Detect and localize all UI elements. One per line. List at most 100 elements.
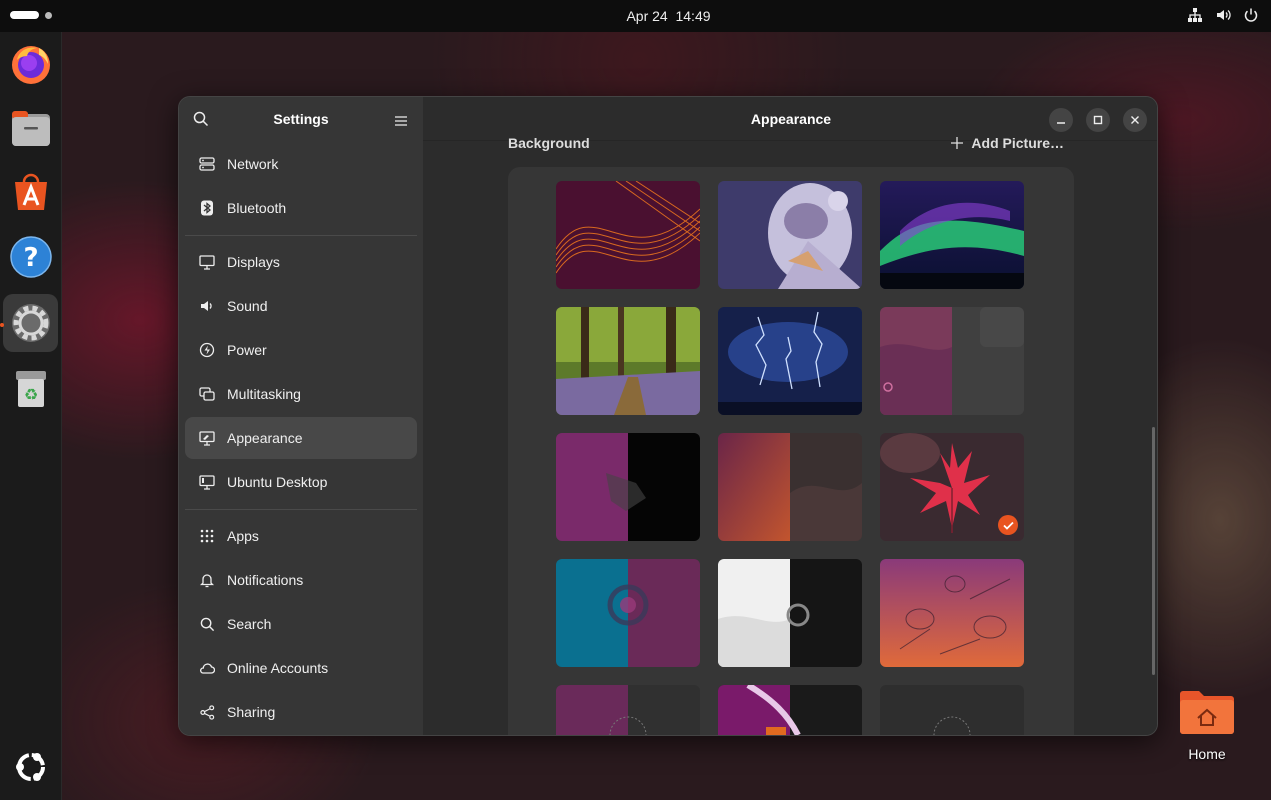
wallpaper-ubuntu-white-black[interactable]	[718, 559, 862, 667]
maximize-button[interactable]	[1086, 108, 1110, 132]
sidebar-item-label: Network	[227, 156, 279, 172]
wallpaper-gallery	[508, 167, 1074, 735]
workspace-dot-icon	[45, 11, 52, 19]
wallpaper-lightning-storm[interactable]	[718, 307, 862, 415]
sidebar-item-label: Bluetooth	[227, 200, 287, 216]
wallpaper-ubuntu-teal-purple[interactable]	[556, 559, 700, 667]
wallpaper-numbat-dark-2[interactable]	[880, 685, 1024, 735]
wallpaper-numbat-red-dark[interactable]	[718, 433, 862, 541]
clock-time[interactable]: 14:49	[675, 8, 710, 24]
settings-window: Settings Network Bluetooth Displays Soun…	[178, 96, 1158, 736]
sidebar-header: Settings	[179, 97, 423, 141]
add-picture-button[interactable]: Add Picture…	[951, 135, 1064, 151]
ubuntu-show-apps-icon[interactable]	[3, 738, 58, 796]
sidebar-item-network[interactable]: Network	[185, 143, 417, 185]
top-bar: Apr 24 14:49	[0, 0, 1271, 32]
sidebar-item-label: Sound	[227, 298, 268, 314]
home-folder-label[interactable]: Home	[1168, 746, 1246, 762]
page-title: Appearance	[750, 110, 832, 127]
sidebar-item-label: Search	[227, 616, 272, 632]
sidebar-item-bluetooth[interactable]: Bluetooth	[185, 187, 417, 229]
minimize-icon	[1057, 122, 1065, 124]
sidebar-item-apps[interactable]: Apps	[185, 515, 417, 557]
power-icon[interactable]	[1243, 7, 1259, 23]
apps-grid-icon	[199, 528, 215, 544]
sidebar-item-notifications[interactable]: Notifications	[185, 559, 417, 601]
plus-icon	[951, 137, 964, 149]
background-section-header: Background Add Picture…	[508, 135, 1064, 151]
hamburger-menu-icon[interactable]	[395, 113, 407, 131]
wallpaper-bluebell-forest[interactable]	[556, 307, 700, 415]
multitasking-icon	[199, 386, 215, 402]
wallpaper-numbat-purple-black[interactable]	[556, 433, 700, 541]
wallpaper-aurora[interactable]	[880, 181, 1024, 289]
sidebar-item-label: Ubuntu Desktop	[227, 474, 328, 490]
network-icon[interactable]	[1187, 7, 1203, 23]
sidebar-item-label: Displays	[227, 254, 280, 270]
settings-sidebar: Settings Network Bluetooth Displays Soun…	[179, 97, 423, 735]
close-button[interactable]	[1123, 108, 1147, 132]
sidebar-item-displays[interactable]: Displays	[185, 241, 417, 283]
sidebar-item-sound[interactable]: Sound	[185, 285, 417, 327]
content-scrollbar[interactable]	[1152, 427, 1155, 675]
selected-check-icon	[998, 515, 1018, 535]
minimize-button[interactable]	[1049, 108, 1073, 132]
settings-icon[interactable]	[3, 294, 58, 352]
sidebar-item-label: Appearance	[227, 430, 303, 446]
sidebar-title: Settings	[273, 111, 329, 127]
close-icon	[1131, 116, 1139, 124]
settings-nav: Network Bluetooth Displays Sound Power M…	[179, 143, 423, 733]
share-icon	[199, 704, 215, 720]
wallpaper-raccoon-orange[interactable]	[880, 559, 1024, 667]
network-icon	[199, 156, 215, 172]
activities-indicator[interactable]	[10, 11, 52, 19]
sidebar-item-sharing[interactable]: Sharing	[185, 691, 417, 733]
svg-text:?: ?	[23, 243, 38, 273]
appearance-panel: Appearance Background Add Picture…	[423, 97, 1157, 735]
home-folder-icon[interactable]	[1178, 688, 1236, 736]
sidebar-item-power[interactable]: Power	[185, 329, 417, 371]
sidebar-item-label: Multitasking	[227, 386, 301, 402]
volume-icon[interactable]	[1215, 7, 1231, 23]
help-icon[interactable]: ?	[3, 228, 58, 286]
app-center-icon[interactable]	[3, 163, 58, 221]
sidebar-item-label: Apps	[227, 528, 259, 544]
sidebar-item-label: Notifications	[227, 572, 304, 588]
wallpaper-numbat-dark-1[interactable]	[556, 685, 700, 735]
bell-icon	[199, 572, 215, 588]
display-icon	[199, 254, 215, 270]
wallpaper-raccoon-illustration[interactable]	[718, 181, 862, 289]
sidebar-item-label: Power	[227, 342, 267, 358]
dock: ? ♻	[0, 32, 62, 800]
sidebar-item-online-accounts[interactable]: Online Accounts	[185, 647, 417, 689]
cloud-icon	[199, 660, 215, 676]
ubuntu-desktop-icon	[199, 474, 215, 490]
active-app-indicator	[0, 323, 4, 327]
sidebar-item-multitasking[interactable]: Multitasking	[185, 373, 417, 415]
nav-divider	[185, 235, 417, 236]
wallpaper-red-maple-leaves[interactable]	[880, 433, 1024, 541]
sidebar-item-ubuntu-desktop[interactable]: Ubuntu Desktop	[185, 461, 417, 503]
svg-text:♻: ♻	[23, 385, 37, 404]
files-icon[interactable]	[3, 98, 58, 156]
power-icon	[199, 342, 215, 358]
speaker-icon	[199, 298, 215, 314]
maximize-icon	[1093, 115, 1103, 125]
bluetooth-icon	[199, 200, 215, 216]
add-picture-label: Add Picture…	[971, 135, 1064, 151]
system-tray[interactable]	[1187, 7, 1259, 23]
wallpaper-orange-waves[interactable]	[556, 181, 700, 289]
clock-date[interactable]: Apr 24	[626, 8, 667, 24]
workspace-pill-icon	[10, 11, 39, 19]
firefox-icon[interactable]	[3, 35, 58, 93]
trash-icon[interactable]: ♻	[3, 360, 58, 418]
sidebar-item-search[interactable]: Search	[185, 603, 417, 645]
search-icon	[199, 616, 215, 632]
wallpaper-numbat-purple-2[interactable]	[718, 685, 862, 735]
background-section-label: Background	[508, 135, 590, 151]
search-icon[interactable]	[193, 111, 209, 132]
nav-divider	[185, 509, 417, 510]
sidebar-item-appearance[interactable]: Appearance	[185, 417, 417, 459]
wallpaper-ubuntu-purple-abstract[interactable]	[880, 307, 1024, 415]
appearance-icon	[199, 430, 215, 446]
